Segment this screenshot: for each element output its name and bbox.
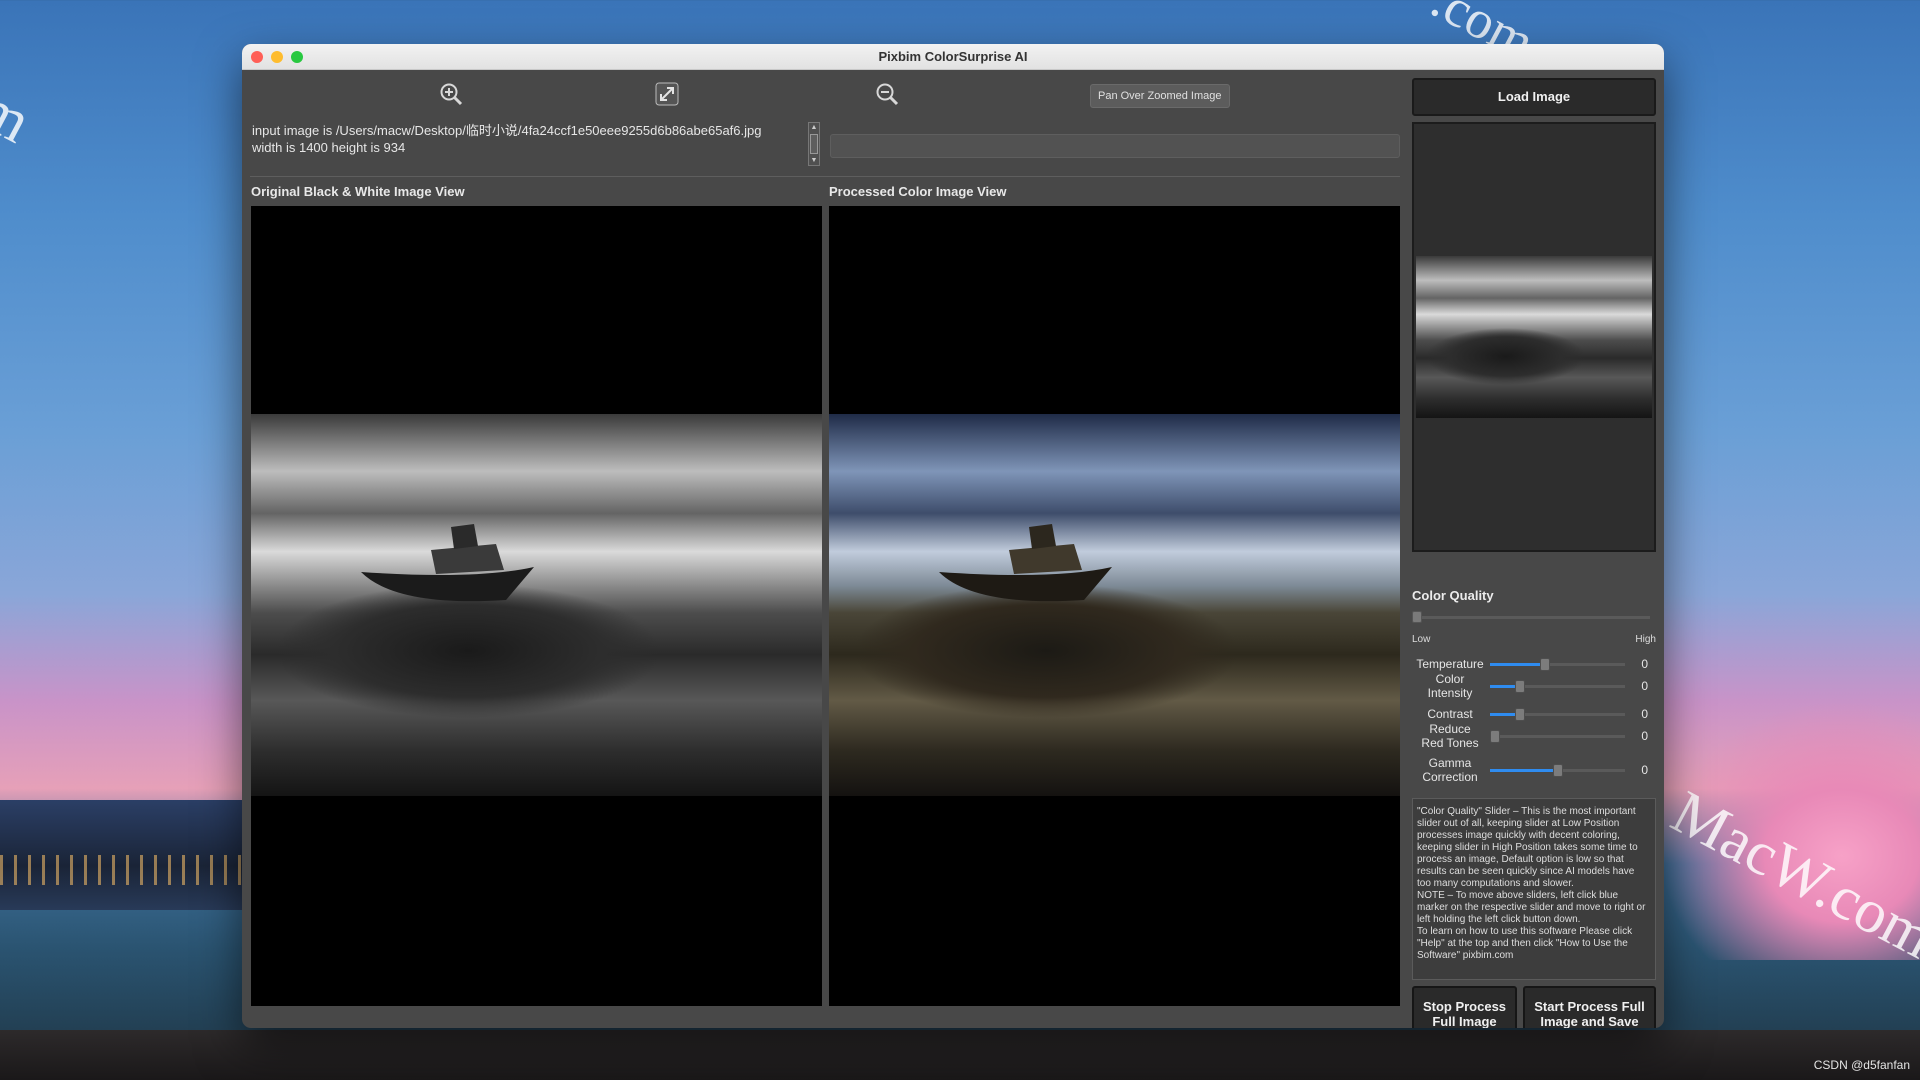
slider-knob[interactable] [1515, 708, 1525, 721]
slider-value: 0 [1641, 763, 1648, 777]
boat-shape [361, 524, 534, 602]
toolbar: Pan Over Zoomed Image [250, 78, 1390, 112]
app-window: Pixbim ColorSurprise AI Pan Over Zoomed … [242, 44, 1664, 1028]
slider-track[interactable] [1490, 764, 1625, 777]
slider-label: Temperature [1416, 657, 1484, 671]
divider [250, 176, 1400, 177]
processed-image-view[interactable] [829, 206, 1400, 1006]
scroll-up-arrow-icon[interactable]: ▲ [809, 123, 819, 132]
start-process-save-button[interactable]: Start Process Full Image and Save [1523, 986, 1656, 1028]
boat-shape-color [939, 524, 1112, 602]
thumbnail-preview [1412, 122, 1656, 552]
slider-track[interactable] [1490, 658, 1625, 671]
color-quality-slider[interactable] [1420, 616, 1650, 619]
original-image-view[interactable] [251, 206, 822, 1006]
original-view-label: Original Black & White Image View [251, 184, 465, 199]
color-quality-label: Color Quality [1412, 588, 1494, 603]
color-quality-low-label: Low [1412, 634, 1431, 645]
slider-fill [1490, 685, 1517, 688]
processed-view-label: Processed Color Image View [829, 184, 1007, 199]
slider-knob[interactable] [1552, 764, 1563, 777]
slider-knob[interactable] [1540, 658, 1550, 671]
stop-process-button[interactable]: Stop Process Full Image [1412, 986, 1517, 1028]
slider-track[interactable] [1490, 730, 1625, 743]
slider-knob[interactable] [1515, 680, 1525, 693]
original-bw-image [251, 414, 822, 796]
load-image-button[interactable]: Load Image [1412, 78, 1656, 116]
slider-knob[interactable] [1490, 730, 1500, 743]
slider-row: Gamma Correction 0 [1412, 756, 1656, 786]
slider-row: Reduce Red Tones 0 [1412, 722, 1656, 752]
processed-color-image [829, 414, 1400, 796]
scroll-down-arrow-icon[interactable]: ▼ [809, 156, 819, 165]
slider-label: Contrast [1427, 707, 1473, 721]
info-line-size: width is 1400 height is 934 [252, 140, 406, 155]
watermark-left: m [0, 73, 42, 157]
expand-icon[interactable] [652, 80, 682, 108]
slider-value: 0 [1641, 707, 1648, 721]
zoom-out-icon[interactable] [872, 80, 902, 108]
slider-fill [1490, 769, 1558, 772]
window-title: Pixbim ColorSurprise AI [878, 49, 1028, 64]
thumbnail-image [1416, 256, 1652, 418]
slider-track[interactable] [1490, 708, 1625, 721]
progress-bar [830, 134, 1400, 158]
info-scrollbar[interactable]: ▲ ▼ [808, 122, 820, 166]
zoom-in-icon[interactable] [436, 80, 466, 108]
slider-fill [1490, 663, 1544, 666]
corner-credit: CSDN @d5fanfan [1813, 1058, 1910, 1072]
slider-value: 0 [1641, 679, 1648, 693]
help-text: "Color Quality" Slider – This is the mos… [1412, 798, 1656, 980]
slider-label: Gamma Correction [1422, 756, 1478, 784]
slider-value: 0 [1641, 729, 1648, 743]
color-quality-slider-knob[interactable] [1412, 611, 1422, 623]
slider-row: Color Intensity 0 [1412, 672, 1656, 702]
desktop-city-lights [0, 855, 245, 885]
desktop-rocks [0, 1030, 1920, 1080]
color-quality-high-label: High [1635, 634, 1656, 645]
slider-fill [1490, 713, 1517, 716]
slider-label: Reduce Red Tones [1421, 722, 1479, 750]
slider-label: Color Intensity [1427, 672, 1473, 700]
info-line-path: input image is /Users/macw/Desktop/临时小说/… [252, 123, 762, 138]
slider-value: 0 [1641, 657, 1648, 671]
info-textbox[interactable]: input image is /Users/macw/Desktop/临时小说/… [250, 120, 823, 166]
slider-track[interactable] [1490, 680, 1625, 693]
pan-over-zoomed-image-button[interactable]: Pan Over Zoomed Image [1090, 84, 1230, 108]
title-bar: Pixbim ColorSurprise AI [242, 44, 1664, 70]
scrollbar-thumb[interactable] [810, 134, 818, 154]
